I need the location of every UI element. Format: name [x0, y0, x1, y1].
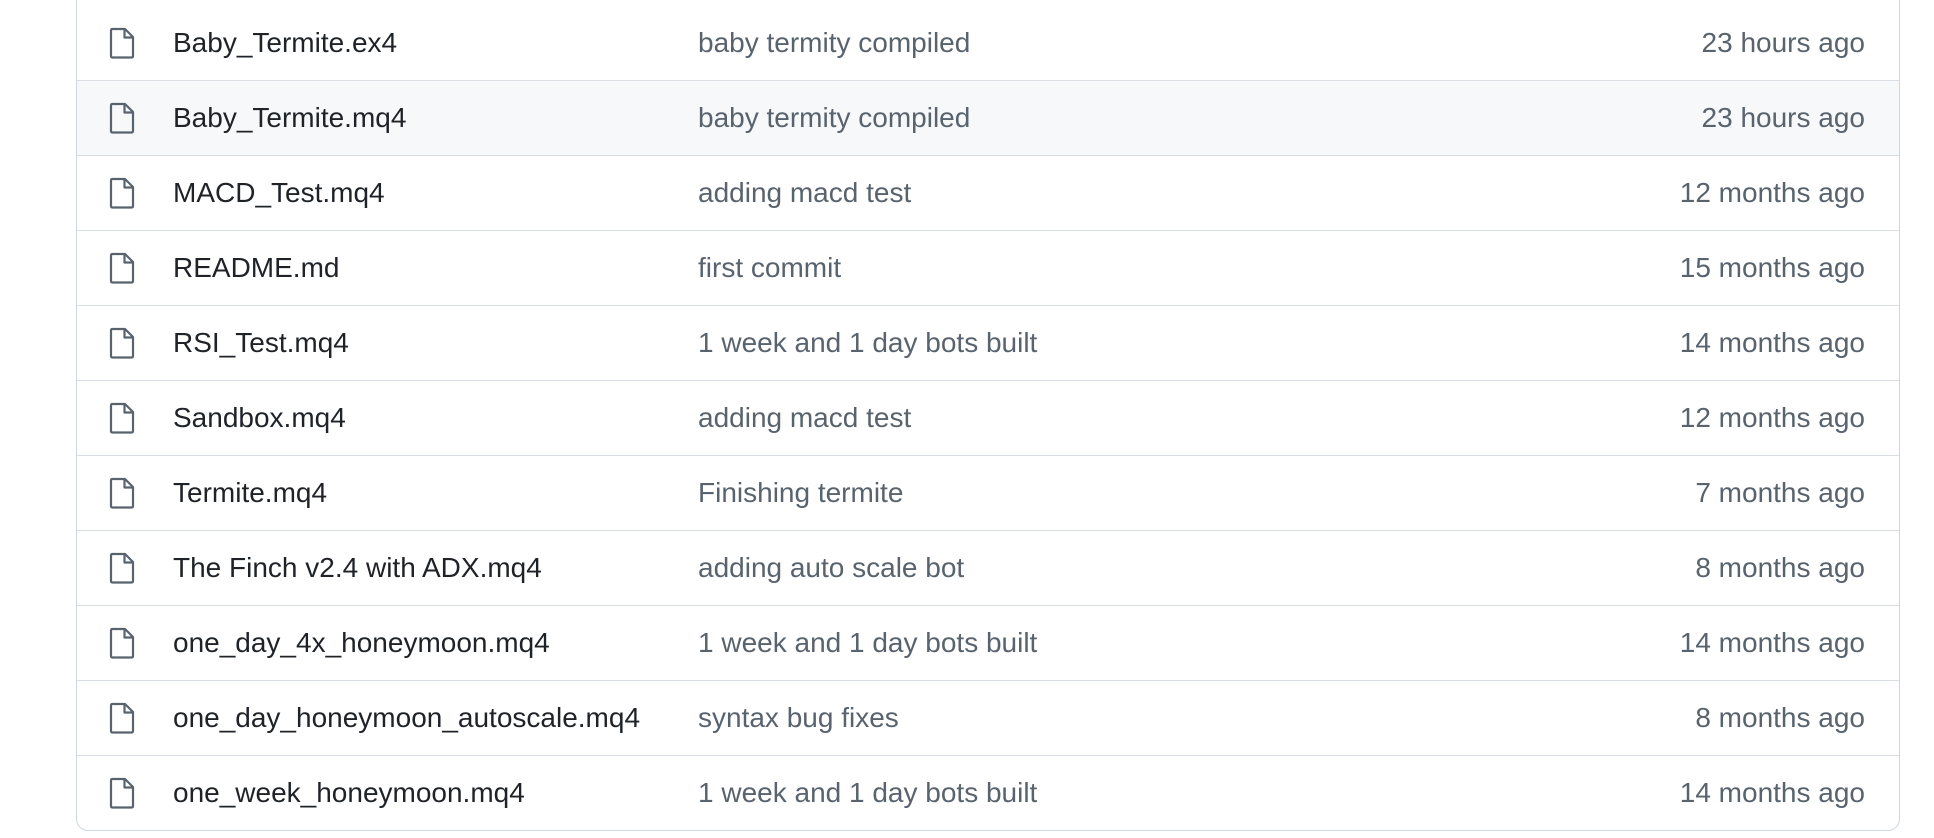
file-row[interactable]: The Finch v2.4 with ADX.mq4 adding auto … [77, 530, 1899, 605]
commit-message-link[interactable]: first commit [698, 252, 841, 283]
file-name-link[interactable]: one_week_honeymoon.mq4 [173, 777, 525, 808]
last-updated: 12 months ago [1679, 177, 1865, 208]
last-updated: 14 months ago [1679, 777, 1865, 808]
file-row[interactable]: Baby_Termite.ex4 baby termity compiled 2… [77, 0, 1899, 80]
last-updated: 12 months ago [1679, 402, 1865, 433]
last-updated: 14 months ago [1679, 627, 1865, 658]
file-name-link[interactable]: Termite.mq4 [173, 477, 327, 508]
file-row[interactable]: Termite.mq4 Finishing termite 7 months a… [77, 455, 1899, 530]
file-icon [109, 252, 135, 284]
file-name-link[interactable]: one_day_4x_honeymoon.mq4 [173, 627, 550, 658]
file-name-link[interactable]: MACD_Test.mq4 [173, 177, 385, 208]
file-row[interactable]: one_week_honeymoon.mq4 1 week and 1 day … [77, 755, 1899, 830]
file-row[interactable]: MACD_Test.mq4 adding macd test 12 months… [77, 155, 1899, 230]
last-updated: 8 months ago [1695, 552, 1865, 583]
file-row[interactable]: Baby_Termite.mq4 baby termity compiled 2… [77, 80, 1899, 155]
file-row[interactable]: RSI_Test.mq4 1 week and 1 day bots built… [77, 305, 1899, 380]
commit-message-link[interactable]: 1 week and 1 day bots built [698, 627, 1037, 658]
commit-message-link[interactable]: 1 week and 1 day bots built [698, 327, 1037, 358]
file-icon [109, 402, 135, 434]
commit-message-link[interactable]: adding macd test [698, 177, 911, 208]
last-updated: 8 months ago [1695, 702, 1865, 733]
file-name-link[interactable]: Baby_Termite.mq4 [173, 102, 406, 133]
file-row[interactable]: one_day_honeymoon_autoscale.mq4 syntax b… [77, 680, 1899, 755]
file-icon [109, 477, 135, 509]
file-name-link[interactable]: Baby_Termite.ex4 [173, 27, 397, 58]
file-row[interactable]: README.md first commit 15 months ago [77, 230, 1899, 305]
commit-message-link[interactable]: baby termity compiled [698, 102, 970, 133]
commit-message-link[interactable]: adding macd test [698, 402, 911, 433]
last-updated: 14 months ago [1679, 327, 1865, 358]
file-icon [109, 327, 135, 359]
commit-message-link[interactable]: adding auto scale bot [698, 552, 964, 583]
commit-message-link[interactable]: Finishing termite [698, 477, 903, 508]
file-icon [109, 777, 135, 809]
file-row[interactable]: Sandbox.mq4 adding macd test 12 months a… [77, 380, 1899, 455]
file-name-link[interactable]: one_day_honeymoon_autoscale.mq4 [173, 702, 640, 733]
last-updated: 23 hours ago [1701, 26, 1865, 58]
file-name-link[interactable]: Sandbox.mq4 [173, 402, 346, 433]
last-updated: 23 hours ago [1701, 102, 1865, 133]
commit-message-link[interactable]: 1 week and 1 day bots built [698, 777, 1037, 808]
file-name-link[interactable]: The Finch v2.4 with ADX.mq4 [173, 552, 542, 583]
file-list-table: Baby_Termite.ex4 baby termity compiled 2… [76, 0, 1900, 831]
file-icon [109, 627, 135, 659]
file-icon [109, 702, 135, 734]
file-name-link[interactable]: README.md [173, 252, 339, 283]
file-icon [109, 102, 135, 134]
file-icon [109, 552, 135, 584]
commit-message-link[interactable]: baby termity compiled [698, 27, 970, 58]
last-updated: 7 months ago [1695, 477, 1865, 508]
file-name-link[interactable]: RSI_Test.mq4 [173, 327, 349, 358]
file-icon [109, 27, 135, 59]
commit-message-link[interactable]: syntax bug fixes [698, 702, 899, 733]
file-row[interactable]: one_day_4x_honeymoon.mq4 1 week and 1 da… [77, 605, 1899, 680]
last-updated: 15 months ago [1679, 252, 1865, 283]
file-icon [109, 177, 135, 209]
